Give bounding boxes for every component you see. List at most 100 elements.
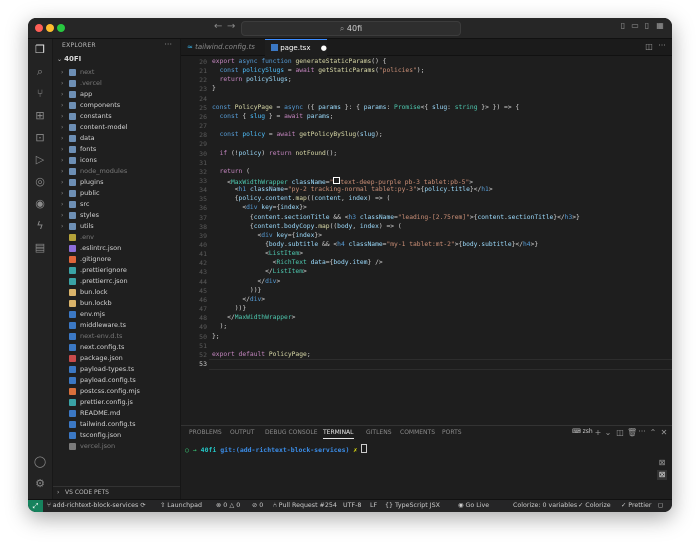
line-number[interactable]: 35 <box>181 195 207 203</box>
problems-indicator[interactable]: ⊗ 0 △ 0 <box>216 502 240 509</box>
github-icon[interactable]: ◉ <box>33 197 47 211</box>
code-line[interactable]: <RichText data={body.item} /> <box>212 259 383 266</box>
tree-folder[interactable]: › plugins <box>53 177 180 188</box>
line-number[interactable]: 36 <box>181 204 207 212</box>
tree-folder[interactable]: › app <box>53 89 180 100</box>
tree-folder[interactable]: › styles <box>53 210 180 221</box>
toggle-panel-icon[interactable]: ▭ <box>630 21 640 31</box>
line-number[interactable]: 49 <box>181 323 207 331</box>
code-line[interactable]: ))} <box>212 287 261 294</box>
tree-folder[interactable]: › components <box>53 100 180 111</box>
branch-indicator[interactable]: ⑂ add-richtext-block-services ⟳ <box>47 502 146 509</box>
extensions-icon[interactable]: ⊞ <box>33 109 47 123</box>
line-number[interactable]: 52 <box>181 351 207 359</box>
tree-file[interactable]: payload.config.ts <box>53 375 180 386</box>
line-number[interactable]: 34 <box>181 186 207 194</box>
code-line[interactable]: <MaxWidthWrapper className=" text-deep-pu… <box>212 176 473 186</box>
line-number[interactable]: 51 <box>181 342 207 350</box>
tree-file[interactable]: middleware.ts <box>53 320 180 331</box>
code-line[interactable]: return ( <box>212 168 250 175</box>
tree-file[interactable]: .env <box>53 232 180 243</box>
tree-folder[interactable]: › .vercel <box>53 78 180 89</box>
colorize-indicator[interactable]: ✓ Colorize <box>578 502 611 509</box>
remote-explorer-icon[interactable]: ⊡ <box>33 131 47 145</box>
code-line[interactable]: ); <box>212 323 228 330</box>
panel-tab-output[interactable]: OUTPUT <box>230 429 254 436</box>
tree-file[interactable]: tsconfig.json <box>53 430 180 441</box>
tree-file[interactable]: bun.lockb <box>53 298 180 309</box>
encoding-indicator[interactable]: UTF-8 <box>343 502 361 509</box>
close-window-button[interactable] <box>35 24 43 32</box>
terminal-shell-label[interactable]: ⌨ zsh <box>572 428 593 435</box>
line-number[interactable]: 26 <box>181 113 207 121</box>
line-number[interactable]: 23 <box>181 85 207 93</box>
panel-tab-terminal[interactable]: TERMINAL <box>323 429 354 439</box>
kill-terminal-icon[interactable]: 🗑 <box>627 428 637 438</box>
code-editor[interactable]: 20 export async function generateStaticPa… <box>181 56 672 424</box>
tree-file[interactable]: vercel.json <box>53 441 180 452</box>
code-line[interactable]: if (!policy) return notFound(); <box>212 150 338 157</box>
tree-folder[interactable]: › fonts <box>53 144 180 155</box>
tree-folder[interactable]: › content-model <box>53 122 180 133</box>
explorer-icon[interactable]: ❐ <box>33 43 47 57</box>
terminal-instance-active-icon[interactable]: ⊠ <box>657 470 667 480</box>
vscode-pets-section[interactable]: › VS CODE PETS <box>53 486 180 499</box>
search-icon[interactable]: ⌕ <box>33 65 47 79</box>
tree-file[interactable]: postcss.config.mjs <box>53 386 180 397</box>
tree-folder[interactable]: › data <box>53 133 180 144</box>
code-line[interactable]: {content.bodyCopy.map((body, index) => ( <box>212 223 402 230</box>
tree-folder[interactable]: › icons <box>53 155 180 166</box>
code-line[interactable]: const policy = await getPolicyBySlug(slu… <box>212 131 383 138</box>
tree-file[interactable]: .prettierrc.json <box>53 276 180 287</box>
line-number[interactable]: 41 <box>181 250 207 258</box>
maximize-panel-icon[interactable]: ⌃ <box>648 428 658 438</box>
eol-indicator[interactable]: LF <box>370 502 377 509</box>
code-line[interactable]: } <box>212 85 216 92</box>
back-arrow-icon[interactable]: ← <box>214 21 222 32</box>
code-line[interactable]: ))} <box>212 305 246 312</box>
terminal-output[interactable]: ○ → 40fi git:(add-richtext-block-service… <box>185 444 368 454</box>
workspace-root[interactable]: ⌄ 40FI <box>57 55 81 63</box>
code-line[interactable]: const policySlugs = await getStaticParam… <box>212 67 425 74</box>
more-actions-icon[interactable]: ··· <box>164 40 172 49</box>
line-number[interactable]: 27 <box>181 122 207 130</box>
code-line[interactable]: {content.sectionTitle && <h3 className="… <box>212 214 580 221</box>
customize-layout-icon[interactable]: ▦ <box>655 21 665 31</box>
tree-file[interactable]: .eslintrc.json <box>53 243 180 254</box>
tree-file[interactable]: next.config.ts <box>53 342 180 353</box>
pull-request-indicator[interactable]: ⑃ Pull Request #254 <box>273 502 337 509</box>
line-number[interactable]: 21 <box>181 67 207 75</box>
tree-file[interactable]: tailwind.config.ts <box>53 419 180 430</box>
code-line[interactable]: {policy.content.map((content, index) => … <box>212 195 391 202</box>
tree-file[interactable]: README.md <box>53 408 180 419</box>
code-line[interactable]: </div> <box>212 296 265 303</box>
line-number[interactable]: 50 <box>181 333 207 341</box>
tree-folder[interactable]: › next <box>53 67 180 78</box>
code-line[interactable]: export async function generateStaticPara… <box>212 58 386 65</box>
panel-tab-debug-console[interactable]: DEBUG CONSOLE <box>265 429 318 436</box>
toggle-sidebar-icon[interactable]: ▯ <box>618 21 628 31</box>
go-live-button[interactable]: ◉ Go Live <box>458 502 489 509</box>
language-indicator[interactable]: {} TypeScript JSX <box>385 502 440 509</box>
remote-indicator-icon[interactable]: ⤢ <box>28 500 43 512</box>
line-number[interactable]: 20 <box>181 58 207 66</box>
tree-folder[interactable]: › utils <box>53 221 180 232</box>
tab-tailwind-config[interactable]: ≈ tailwind.config.ts <box>181 39 266 55</box>
code-line[interactable]: const PolicyPage = async ({ params }: { … <box>212 104 519 111</box>
line-number[interactable]: 24 <box>181 95 207 103</box>
code-line[interactable]: <div key={index}> <box>212 232 322 239</box>
line-number[interactable]: 43 <box>181 268 207 276</box>
tree-file[interactable]: bun.lock <box>53 287 180 298</box>
panel-tab-comments[interactable]: COMMENTS <box>400 429 435 436</box>
line-number[interactable]: 48 <box>181 314 207 322</box>
tree-file[interactable]: next-env.d.ts <box>53 331 180 342</box>
tree-file[interactable]: prettier.config.js <box>53 397 180 408</box>
more-actions-icon[interactable]: ··· <box>637 427 647 437</box>
new-terminal-icon[interactable]: + <box>593 428 603 438</box>
line-number[interactable]: 40 <box>181 241 207 249</box>
split-editor-icon[interactable]: ◫ <box>644 42 654 52</box>
tree-file[interactable]: payload-types.ts <box>53 364 180 375</box>
line-number[interactable]: 32 <box>181 168 207 176</box>
forward-arrow-icon[interactable]: → <box>227 21 235 32</box>
tree-folder[interactable]: › public <box>53 188 180 199</box>
